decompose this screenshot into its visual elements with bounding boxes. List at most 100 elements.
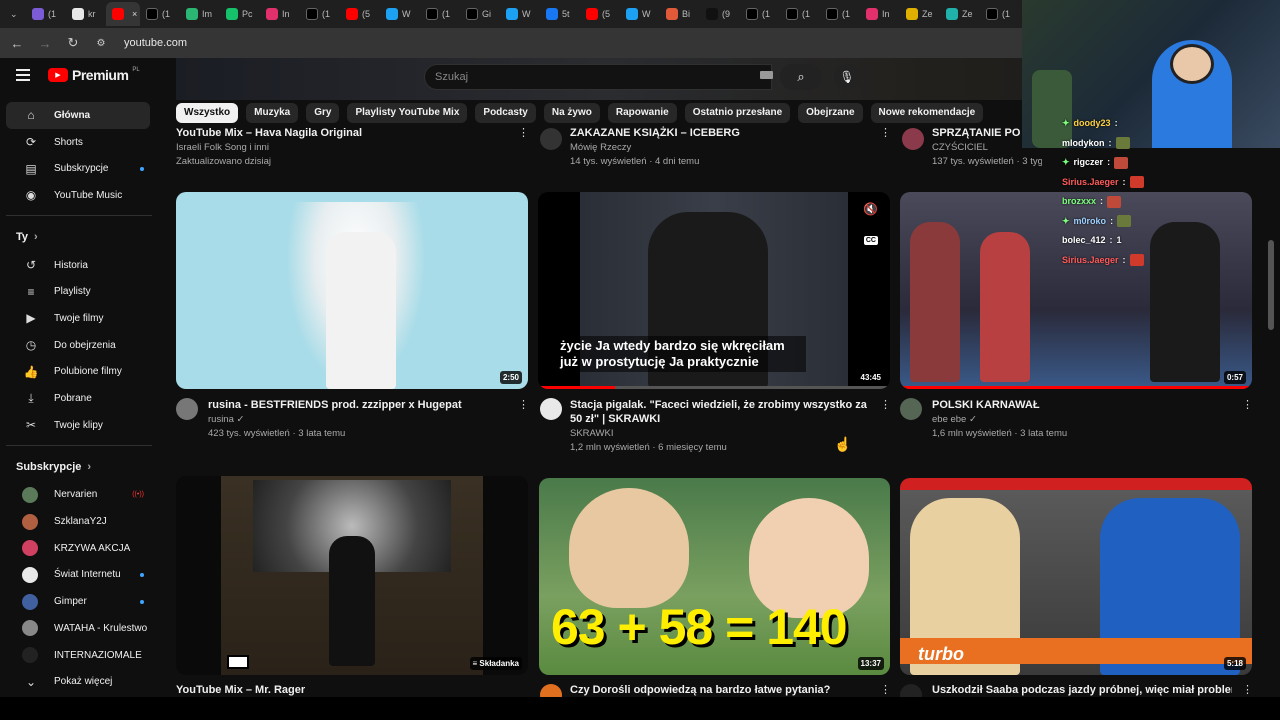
browser-tab[interactable]: (5 (580, 2, 620, 26)
voice-search-button[interactable]: 🎙 (834, 64, 860, 90)
filter-chip[interactable]: Na żywo (543, 103, 600, 123)
more-options-icon[interactable]: ⋮ (518, 126, 529, 139)
more-options-icon[interactable]: ⋮ (880, 683, 891, 696)
progress-bar[interactable] (900, 386, 1252, 389)
browser-tab[interactable]: (1 (300, 2, 340, 26)
sidebar-subscription[interactable]: Gimper (6, 588, 150, 615)
keyboard-icon[interactable] (760, 71, 773, 79)
more-options-icon[interactable]: ⋮ (880, 126, 891, 139)
back-icon[interactable]: ← (8, 36, 26, 51)
browser-tab[interactable]: (1 (980, 2, 1020, 26)
filter-chip[interactable]: Playlisty YouTube Mix (347, 103, 468, 123)
channel-avatar[interactable] (540, 128, 562, 150)
filter-chip[interactable]: Wszystko (176, 103, 239, 123)
browser-tab[interactable]: (9 (700, 2, 740, 26)
browser-tab[interactable]: Pc (220, 2, 260, 26)
search-button[interactable]: ⌕ (780, 64, 822, 90)
browser-tab[interactable]: (1 (26, 2, 66, 26)
sidebar-item[interactable]: ▤ Subskrypcje (6, 155, 150, 182)
video-thumbnail[interactable]: 2:50 (176, 192, 528, 389)
video-channel[interactable]: CZYŚCICIEL (932, 141, 988, 155)
video-title[interactable]: Stacja pigalak. "Faceci wiedzieli, że zr… (570, 398, 875, 426)
more-options-icon[interactable]: ⋮ (880, 398, 891, 411)
browser-tab[interactable]: In (260, 2, 300, 26)
browser-tab[interactable]: Bi (660, 2, 700, 26)
site-info-icon[interactable]: ⚙ (92, 38, 110, 49)
channel-avatar[interactable] (900, 398, 922, 420)
channel-avatar[interactable] (540, 398, 562, 420)
scrollbar[interactable] (1268, 240, 1274, 330)
sidebar-item[interactable]: ≡ Playlisty (6, 278, 150, 305)
browser-tab[interactable]: (1 (740, 2, 780, 26)
sidebar-subscription[interactable]: Nervarien ((•)) (6, 482, 150, 509)
browser-tab[interactable]: (1 (820, 2, 860, 26)
sidebar-item[interactable]: ✂ Twoje klipy (6, 412, 150, 439)
browser-tab[interactable]: W (500, 2, 540, 26)
tab-list-icon[interactable]: ⌄ (4, 2, 26, 26)
video-title[interactable]: POLSKI KARNAWAŁ (932, 398, 1232, 412)
filter-chip[interactable]: Podcasty (475, 103, 536, 123)
browser-tab[interactable]: (5 (340, 2, 380, 26)
sidebar-item[interactable]: ↺ Historia (6, 252, 150, 279)
video-title[interactable]: YouTube Mix – Hava Nagila Original (176, 126, 506, 140)
sidebar-item[interactable]: ⌂ Główna (6, 102, 150, 129)
filter-chip[interactable]: Muzyka (246, 103, 299, 123)
browser-tab[interactable]: × (106, 2, 140, 26)
video-title[interactable]: Uszkodził Saaba podczas jazdy próbnej, w… (932, 683, 1232, 697)
sidebar-subscription[interactable]: INTERNAZIOMALE (6, 642, 150, 669)
video-channel[interactable]: Mówię Rzeczy (570, 141, 631, 155)
filter-chip[interactable]: Gry (306, 103, 340, 123)
sidebar-item[interactable]: ◷ Do obejrzenia (6, 332, 150, 359)
filter-chip[interactable]: Ostatnio przesłane (684, 103, 791, 123)
sidebar-subs-heading[interactable]: Subskrypcje › (0, 452, 160, 482)
reload-icon[interactable]: ↻ (64, 35, 82, 51)
menu-icon[interactable] (16, 69, 30, 81)
video-thumbnail[interactable]: ≡ Składanka (176, 476, 528, 675)
more-options-icon[interactable]: ⋮ (1242, 683, 1253, 696)
browser-tab[interactable]: W (380, 2, 420, 26)
forward-icon[interactable]: → (36, 36, 54, 51)
browser-tab[interactable]: Ze (940, 2, 980, 26)
sidebar-item[interactable]: ⟳ Shorts (6, 129, 150, 156)
browser-tab[interactable]: (1 (420, 2, 460, 26)
mute-icon[interactable]: 🔇 (863, 202, 878, 216)
browser-tab[interactable]: Gi (460, 2, 500, 26)
browser-tab[interactable]: (1 (140, 2, 180, 26)
filter-chip[interactable]: Rapowanie (607, 103, 677, 123)
more-options-icon[interactable]: ⋮ (1242, 398, 1253, 411)
sidebar-subscription[interactable]: Świat Internetu (6, 562, 150, 589)
video-thumbnail[interactable]: 63 + 58 = 140 13:37 (539, 478, 890, 675)
sidebar-item[interactable]: 👍 Polubione filmy (6, 359, 150, 386)
video-channel[interactable]: rusina ✓ (208, 413, 244, 427)
progress-bar[interactable] (538, 386, 890, 389)
video-thumbnail[interactable]: turbo 5:18 (900, 478, 1252, 675)
more-options-icon[interactable]: ⋮ (518, 398, 529, 411)
youtube-logo[interactable]: ▶ Premium PL (48, 67, 140, 83)
show-more-button[interactable]: ⌄ Pokaż więcej (6, 668, 150, 695)
video-title[interactable]: ZAKAZANE KSIĄŻKI – ICEBERG (570, 126, 870, 140)
url-text[interactable]: youtube.com (124, 37, 187, 49)
video-title[interactable]: Czy Dorośli odpowiedzą na bardzo łatwe p… (570, 683, 870, 697)
browser-tab[interactable]: kr (66, 2, 106, 26)
browser-tab[interactable]: Im (180, 2, 220, 26)
video-channel[interactable]: Israeli Folk Song i inni (176, 141, 269, 155)
video-channel[interactable]: ebe ebe ✓ (932, 413, 977, 427)
sidebar-item[interactable]: ⤓ Pobrane (6, 385, 150, 412)
sidebar-subscription[interactable]: WATAHA - Krulestwo (6, 615, 150, 642)
browser-tab[interactable]: W (620, 2, 660, 26)
sidebar-item[interactable]: ▶ Twoje filmy (6, 305, 150, 332)
video-title[interactable]: YouTube Mix – Mr. Rager (176, 683, 476, 697)
browser-tab[interactable]: In (860, 2, 900, 26)
search-input[interactable]: Szukaj (424, 64, 772, 90)
video-title[interactable]: rusina - BESTFRIENDS prod. zzzipper x Hu… (208, 398, 508, 412)
browser-tab[interactable]: (1 (780, 2, 820, 26)
tab-close-icon[interactable]: × (132, 9, 137, 19)
video-channel[interactable]: SKRAWKI (570, 427, 613, 441)
browser-tab[interactable]: Ze (900, 2, 940, 26)
captions-icon[interactable]: CC (863, 236, 878, 245)
browser-tab[interactable]: 5t (540, 2, 580, 26)
filter-chip[interactable]: Obejrzane (798, 103, 863, 123)
sidebar-subscription[interactable]: SzklanaY2J (6, 508, 150, 535)
sidebar-you-heading[interactable]: Ty › (0, 222, 160, 252)
sidebar-item[interactable]: ◉ YouTube Music (6, 182, 150, 209)
